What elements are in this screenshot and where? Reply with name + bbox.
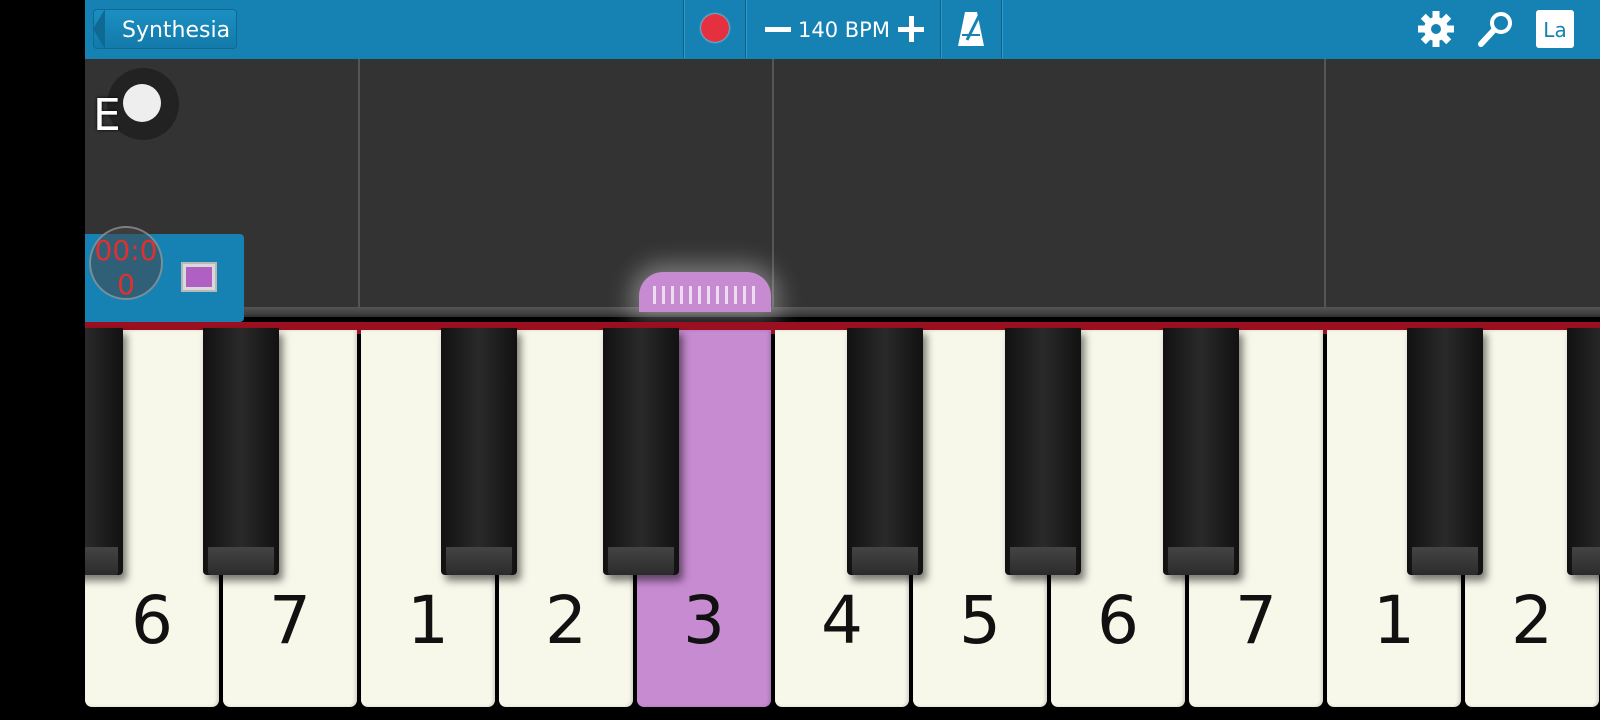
gear-icon[interactable]: [1417, 10, 1455, 48]
toolbar-divider: [745, 0, 746, 58]
note-roll: [85, 59, 1600, 317]
toolbar-divider: [940, 0, 941, 58]
black-key[interactable]: [441, 328, 517, 575]
back-button-label: Synthesia: [122, 18, 231, 43]
key-number: 5: [959, 582, 1001, 659]
key-number: 4: [821, 582, 863, 659]
back-chevron-icon: [93, 9, 105, 49]
key-number: 1: [407, 582, 449, 659]
synthesia-app: Synthesia 140 BPM La E 00:00 6 7 1 2 3 4…: [85, 0, 1600, 720]
toolbar-divider: [683, 0, 684, 58]
key-number: 6: [131, 582, 173, 659]
black-key[interactable]: [1005, 328, 1081, 575]
scroll-knob-dot[interactable]: [123, 84, 161, 122]
key-number: 7: [269, 582, 311, 659]
toolbar-divider: [1001, 0, 1002, 58]
black-key[interactable]: [1407, 328, 1483, 575]
track-color-button[interactable]: [181, 262, 217, 292]
key-number: 2: [545, 582, 587, 659]
measure-line: [772, 59, 774, 311]
tempo-decrease-button[interactable]: [763, 14, 793, 44]
black-key[interactable]: [85, 328, 123, 575]
tempo-label: 140 BPM: [798, 18, 890, 42]
key-number: 6: [1097, 582, 1139, 659]
roll-floor: [85, 307, 1600, 315]
timer-text: 00:00: [94, 234, 158, 301]
black-key[interactable]: [203, 328, 279, 575]
tempo-increase-button[interactable]: [896, 14, 926, 44]
measure-line: [1324, 59, 1326, 311]
falling-note-label: E: [93, 90, 121, 141]
key-number: 7: [1235, 582, 1277, 659]
track-color-swatch: [186, 267, 212, 287]
falling-note: [639, 272, 771, 312]
black-key[interactable]: [1567, 328, 1600, 575]
measure-line: [358, 59, 360, 311]
key-number: 3: [683, 582, 725, 659]
record-button[interactable]: [701, 14, 729, 42]
back-button[interactable]: Synthesia: [93, 9, 237, 49]
key-number: 1: [1373, 582, 1415, 659]
black-key[interactable]: [847, 328, 923, 575]
black-key[interactable]: [603, 328, 679, 575]
note-label-toggle-button[interactable]: La: [1536, 10, 1574, 48]
black-key[interactable]: [1163, 328, 1239, 575]
top-toolbar: Synthesia 140 BPM La: [85, 0, 1600, 60]
metronome-icon[interactable]: [957, 10, 985, 48]
search-icon[interactable]: [1477, 10, 1515, 48]
key-number: 2: [1511, 582, 1553, 659]
